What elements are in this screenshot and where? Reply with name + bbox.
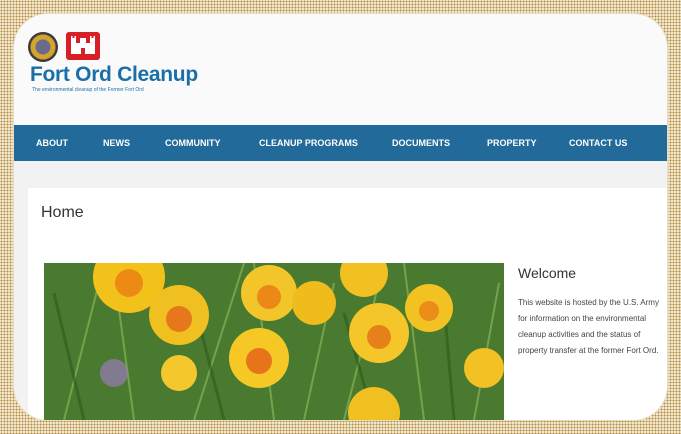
nav-item-about[interactable]: ABOUT xyxy=(36,125,68,161)
main-nav: ABOUT NEWS COMMUNITY CLEANUP PROGRAMS DO… xyxy=(14,125,667,161)
welcome-text: This website is hosted by the U.S. Army … xyxy=(518,298,659,355)
screenshot-card: Fort Ord Cleanup The environmental clean… xyxy=(14,14,667,420)
nav-item-cleanup-programs[interactable]: CLEANUP PROGRAMS xyxy=(259,125,358,161)
army-seal-icon[interactable] xyxy=(28,32,58,62)
web-page: Fort Ord Cleanup The environmental clean… xyxy=(14,14,667,420)
nav-item-news[interactable]: NEWS xyxy=(103,125,130,161)
content-panel: Home Welcome This website is hosted by t… xyxy=(28,188,667,420)
site-header: Fort Ord Cleanup The environmental clean… xyxy=(14,14,667,125)
corps-of-engineers-castle-icon[interactable] xyxy=(66,32,100,60)
nav-item-contact-us[interactable]: CONTACT US xyxy=(569,125,627,161)
nav-item-documents[interactable]: DOCUMENTS xyxy=(392,125,450,161)
nav-item-property[interactable]: PROPERTY xyxy=(487,125,537,161)
nav-item-community[interactable]: COMMUNITY xyxy=(165,125,221,161)
site-title[interactable]: Fort Ord Cleanup xyxy=(30,63,198,87)
site-subtitle: The environmental cleanup of the Former … xyxy=(32,87,144,93)
page-title: Home xyxy=(41,204,84,221)
welcome-heading: Welcome xyxy=(518,265,577,281)
hero-image-poppies xyxy=(44,263,504,420)
